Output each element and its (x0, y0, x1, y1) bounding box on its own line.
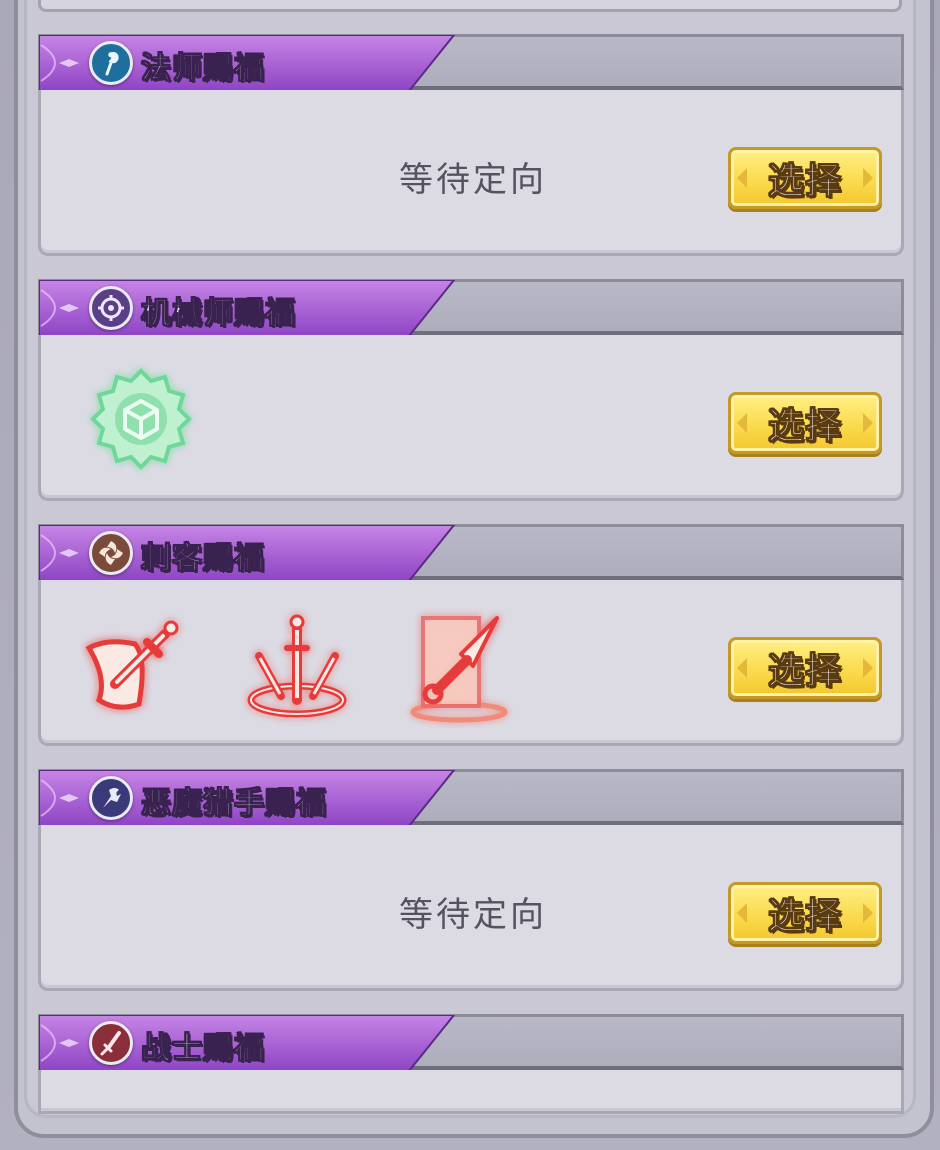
section-body: 选择 (38, 580, 904, 746)
sword-icon (89, 1021, 133, 1065)
select-button[interactable]: 选择 (728, 882, 882, 944)
section-header: 法师赐福 (38, 34, 904, 91)
section-header: 恶魔猎手赐福 (38, 769, 904, 826)
select-button-label: 选择 (767, 161, 842, 203)
section-title: 机械师赐福 (141, 296, 296, 332)
section-title: 刺客赐福 (141, 541, 265, 577)
section-header: 刺客赐福 (38, 524, 904, 581)
gear-icon (89, 286, 133, 330)
kunai-door-icon[interactable] (401, 608, 521, 728)
scroll-dagger-icon[interactable] (77, 608, 197, 728)
section-header: 机械师赐福 (38, 279, 904, 336)
previous-section-edge (38, 0, 902, 12)
demon-hunter-icon (89, 776, 133, 820)
select-button-label: 选择 (767, 651, 842, 693)
section-title: 战士赐福 (141, 1031, 265, 1067)
triple-swords-icon[interactable] (237, 608, 357, 728)
section-title: 法师赐福 (141, 51, 265, 87)
select-button[interactable]: 选择 (728, 637, 882, 699)
section-mage-blessing: 法师赐福 等待定向 选择 (38, 34, 904, 256)
select-button-label: 选择 (767, 406, 842, 448)
section-body: 等待定向 选择 (38, 90, 904, 256)
shuriken-icon (89, 531, 133, 575)
section-body (38, 1070, 904, 1114)
status-text: 等待定向 (399, 160, 547, 200)
status-text: 等待定向 (399, 895, 547, 935)
select-button-label: 选择 (767, 896, 842, 938)
section-mechanic-blessing: 机械师赐福 选择 (38, 279, 904, 501)
section-warrior-blessing: 战士赐福 (38, 1014, 904, 1114)
mage-staff-icon (89, 41, 133, 85)
green-gear-cube-icon[interactable] (81, 363, 201, 483)
section-demon-hunter-blessing: 恶魔猎手赐福 等待定向 选择 (38, 769, 904, 991)
section-assassin-blessing: 刺客赐福 选择 (38, 524, 904, 746)
section-title: 恶魔猎手赐福 (141, 786, 327, 822)
section-body: 选择 (38, 335, 904, 501)
select-button[interactable]: 选择 (728, 147, 882, 209)
select-button[interactable]: 选择 (728, 392, 882, 454)
section-header: 战士赐福 (38, 1014, 904, 1071)
section-body: 等待定向 选择 (38, 825, 904, 991)
